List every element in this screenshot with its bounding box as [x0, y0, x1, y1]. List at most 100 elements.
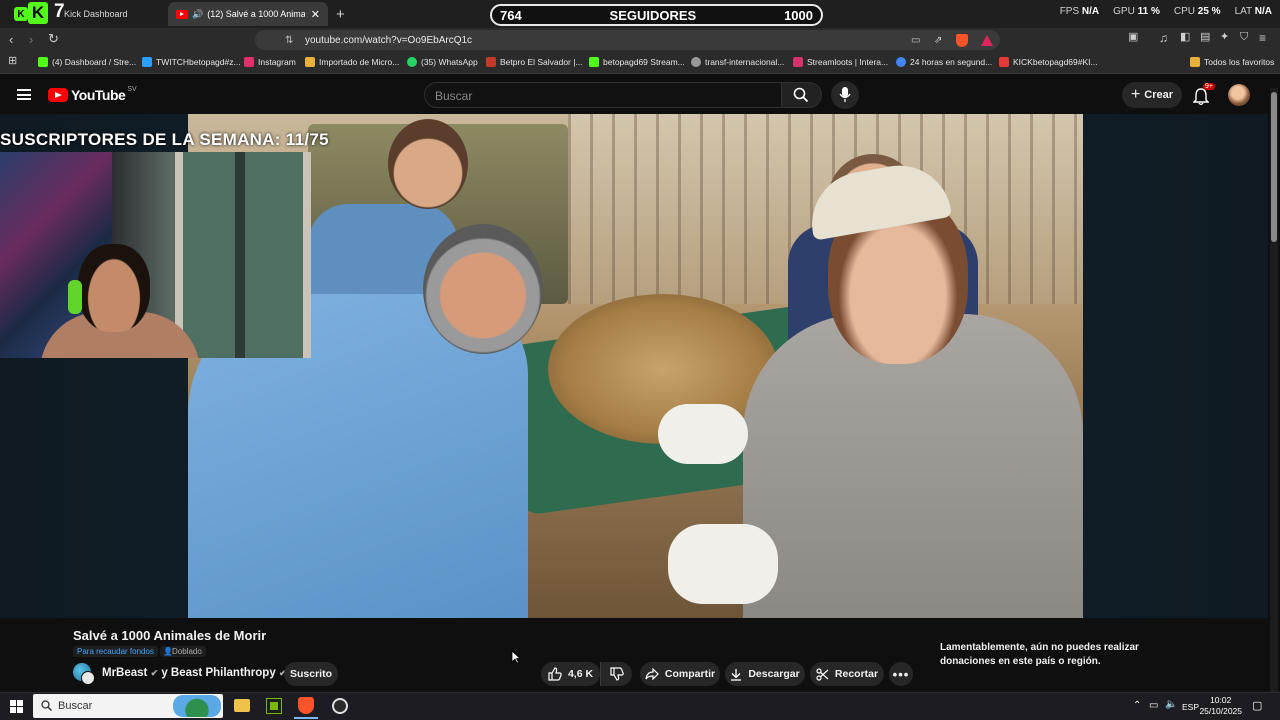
- new-tab-button[interactable]: +: [336, 6, 345, 23]
- plus-icon: +: [1130, 86, 1141, 103]
- language-indicator[interactable]: ESP: [1182, 702, 1199, 712]
- bookmark-item[interactable]: (35) WhatsApp: [407, 57, 478, 67]
- donation-notice: Lamentablemente, aún no puedes realizar …: [940, 642, 1139, 667]
- forward-icon[interactable]: ›: [29, 33, 33, 46]
- speaker-icon: 🔊: [192, 8, 204, 19]
- close-tab-icon[interactable]: ✕: [311, 8, 320, 21]
- clip-button[interactable]: Recortar: [810, 662, 884, 686]
- clock-time: 10:02: [1210, 695, 1232, 705]
- apps-grid-icon[interactable]: ⊞: [8, 56, 17, 67]
- windows-start-icon[interactable]: [10, 700, 23, 713]
- voice-search-button[interactable]: [831, 81, 859, 109]
- headset-icon: [68, 280, 82, 314]
- vpn-icon[interactable]: ⛉: [1240, 32, 1248, 43]
- thumbs-up-icon: [548, 667, 562, 681]
- brave-rewards-icon[interactable]: [981, 34, 993, 46]
- back-icon[interactable]: ‹: [9, 33, 13, 46]
- fps-value: N/A: [1081, 6, 1100, 17]
- browser-tab-bar: K Kick Dashboard K 7 🔊 (12) Salvé a 1000…: [0, 0, 1280, 28]
- kick-logo-icon: K: [14, 7, 28, 21]
- like-button[interactable]: 4,6 K: [541, 662, 600, 686]
- all-bookmarks-folder[interactable]: Todos los favoritos: [1190, 57, 1274, 67]
- scrollbar-thumb[interactable]: [1271, 92, 1277, 242]
- notifications-button[interactable]: 9+: [1192, 83, 1215, 106]
- google-icon: [896, 57, 906, 67]
- video-title: Salvé a 1000 Animales de Morir: [73, 628, 267, 643]
- volume-icon[interactable]: 🔈: [1165, 699, 1177, 710]
- dubbed-person-icon: 👤: [163, 647, 173, 656]
- bookmark-item[interactable]: TWITCHbetopagd#z...: [142, 57, 241, 67]
- bookmark-item[interactable]: Instagram: [244, 57, 296, 67]
- weekly-subscribers-overlay: SUSCRIPTORES DE LA SEMANA: 11/75: [0, 130, 329, 149]
- more-horizontal-icon: •••: [892, 666, 910, 682]
- share-button[interactable]: Compartir: [640, 662, 720, 686]
- bookmark-item[interactable]: (4) Dashboard / Stre...: [38, 57, 136, 67]
- hamburger-menu-icon[interactable]: [17, 89, 31, 100]
- thumbs-down-icon: [609, 667, 624, 681]
- search-button[interactable]: [782, 82, 822, 108]
- brave-shield-icon[interactable]: [956, 33, 968, 47]
- chevron-up-icon[interactable]: ⌃: [1133, 700, 1141, 711]
- reload-icon[interactable]: ↻: [48, 32, 59, 45]
- tab-youtube-video[interactable]: 🔊 (12) Salvé a 1000 Animales de Morir ✕: [168, 2, 328, 26]
- network-icon[interactable]: ▭: [1149, 700, 1158, 711]
- notification-center-icon[interactable]: ▢: [1252, 699, 1262, 712]
- system-clock[interactable]: 10:02 25/10/2025: [1199, 695, 1242, 717]
- video-player[interactable]: [188, 114, 1083, 618]
- address-bar[interactable]: ⇅ youtube.com/watch?v=Oo9EbArcQ1c ▭ ⇗: [255, 30, 1000, 50]
- taskbar-search-input[interactable]: Buscar: [33, 694, 223, 718]
- menu-icon[interactable]: ≡: [1259, 32, 1266, 44]
- avatar[interactable]: [1228, 84, 1250, 106]
- fundraiser-chip[interactable]: Para recaudar fondos: [73, 646, 158, 657]
- site-info-icon[interactable]: ⇅: [285, 35, 293, 46]
- bookmark-item[interactable]: Betpro El Salvador |...: [486, 57, 583, 67]
- kick-red-icon: [999, 57, 1009, 67]
- media-icon[interactable]: ♫: [1159, 32, 1168, 44]
- dubbed-chip[interactable]: 👤 Doblado: [160, 646, 206, 657]
- followers-goal: 1000: [784, 7, 813, 23]
- channel-avatars[interactable]: [73, 663, 97, 685]
- bookmark-item[interactable]: Streamloots | Intera...: [793, 57, 888, 67]
- create-button[interactable]: + Crear: [1122, 82, 1182, 108]
- streamer-webcam: [0, 152, 311, 358]
- notification-badge: 9+: [1203, 83, 1215, 90]
- scissors-icon: [816, 667, 829, 681]
- download-button[interactable]: Descargar: [725, 662, 805, 686]
- nvidia-app-icon[interactable]: [266, 698, 282, 714]
- leo-ai-icon[interactable]: ✦: [1220, 32, 1229, 43]
- share-icon[interactable]: ⇗: [934, 35, 942, 46]
- clock-date: 25/10/2025: [1199, 706, 1242, 716]
- glove-hand: [658, 404, 748, 464]
- cast-icon[interactable]: ▭: [911, 35, 920, 46]
- file-explorer-icon[interactable]: [234, 699, 250, 712]
- brave-browser-icon[interactable]: [298, 697, 314, 714]
- followers-current: 764: [500, 7, 522, 23]
- bookmark-item[interactable]: Importado de Micro...: [305, 57, 399, 67]
- search-input[interactable]: Buscar: [424, 82, 782, 108]
- more-actions-button[interactable]: •••: [889, 662, 913, 686]
- obs-icon[interactable]: [332, 698, 348, 714]
- screenshot-icon[interactable]: ▣: [1128, 32, 1138, 43]
- kick-count: 7: [54, 1, 65, 22]
- kick-favicon-icon: [589, 57, 599, 67]
- wallet-icon[interactable]: ▤: [1200, 32, 1210, 43]
- folder-icon: [305, 57, 315, 67]
- subscribed-button[interactable]: Suscrito: [284, 662, 338, 686]
- instagram-icon: [244, 57, 254, 67]
- sidebar-icon[interactable]: ◧: [1180, 32, 1190, 43]
- betpro-icon: [486, 57, 496, 67]
- download-icon: [731, 668, 742, 681]
- person-vet-background-head: [388, 119, 468, 209]
- region-code: SV: [127, 85, 137, 93]
- tab-label: (12) Salvé a 1000 Animales de Morir: [207, 9, 305, 19]
- dislike-button[interactable]: [600, 662, 632, 686]
- bookmark-item[interactable]: KICKbetopagd69#KI...: [999, 57, 1098, 67]
- globe-search-highlight-icon: [173, 695, 221, 717]
- bookmark-item[interactable]: 24 horas en segund...: [896, 57, 992, 67]
- bookmarks-bar: ⊞ (4) Dashboard / Stre... TWITCHbetopagd…: [0, 52, 1280, 74]
- bookmark-item[interactable]: betopagd69 Stream...: [589, 57, 685, 67]
- like-count: 4,6 K: [567, 668, 594, 680]
- channel-name[interactable]: MrBeast ✔ y Beast Philanthropy ✔: [102, 667, 286, 679]
- youtube-logo[interactable]: YouTube SV: [48, 85, 137, 103]
- bookmark-item[interactable]: transf-internacional...: [691, 57, 784, 67]
